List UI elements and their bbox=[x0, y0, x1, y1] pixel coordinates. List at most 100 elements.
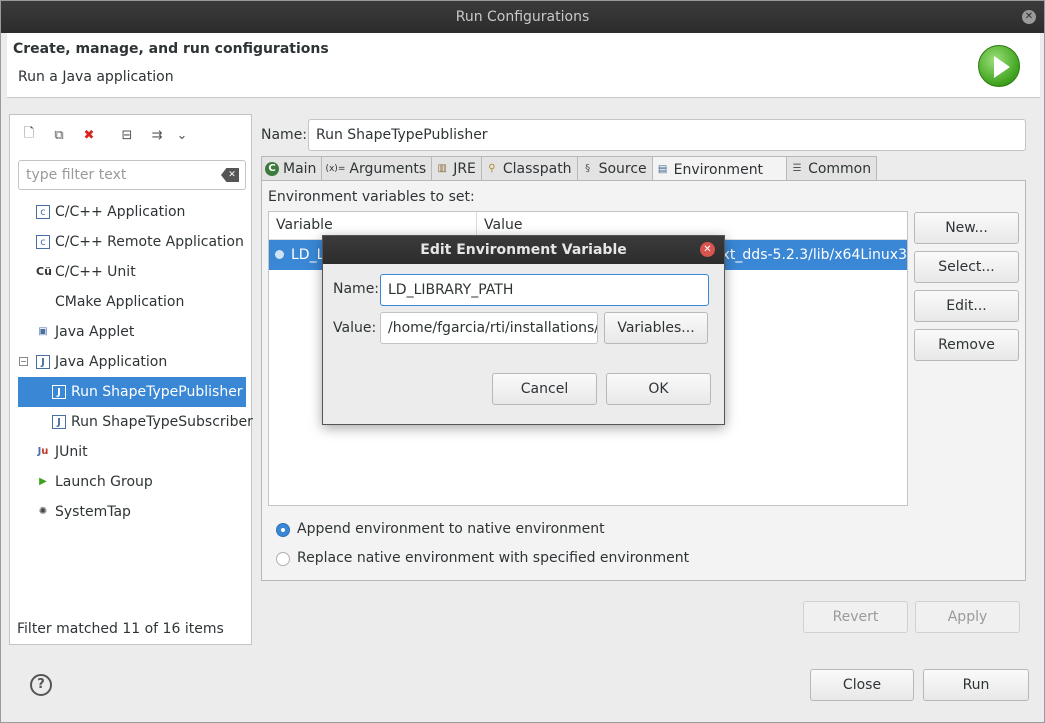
help-icon[interactable]: ? bbox=[30, 674, 52, 696]
config-tabs: C Main (x)= Arguments ▥ JRE ⚲ Classpath … bbox=[261, 156, 878, 182]
apply-button[interactable]: Apply bbox=[915, 601, 1020, 633]
tree-item-junit[interactable]: Ju JUnit bbox=[10, 437, 251, 467]
tab-classpath[interactable]: ⚲ Classpath bbox=[480, 156, 578, 181]
row-value: ext_dds-5.2.3/lib/x64Linux3 bbox=[713, 247, 907, 263]
tab-environment[interactable]: ▤ Environment bbox=[651, 156, 788, 182]
tab-label: Source bbox=[598, 161, 647, 177]
run-banner-icon bbox=[978, 45, 1020, 87]
tab-arguments[interactable]: (x)= Arguments bbox=[321, 156, 433, 181]
dialog-header: Create, manage, and run configurations R… bbox=[7, 33, 1040, 97]
radio-unselected-icon bbox=[276, 552, 290, 566]
tree-item-cpp-unit[interactable]: Cü C/C++ Unit bbox=[10, 257, 251, 287]
collapse-all-icon[interactable]: ⊟ bbox=[116, 124, 138, 146]
tree-item-cpp-application[interactable]: c C/C++ Application bbox=[10, 197, 251, 227]
tab-label: Classpath bbox=[502, 161, 572, 177]
dialog-name-input[interactable]: LD_LIBRARY_PATH bbox=[380, 274, 709, 306]
revert-button[interactable]: Revert bbox=[803, 601, 908, 633]
tree-item-label: CMake Application bbox=[55, 294, 185, 310]
junit-icon: Ju bbox=[37, 446, 49, 457]
select-button[interactable]: Select... bbox=[914, 251, 1019, 283]
filter-status: Filter matched 11 of 16 items bbox=[17, 621, 224, 637]
filter-field: ✕ bbox=[18, 160, 246, 190]
main-tab-icon: C bbox=[265, 162, 279, 176]
tree-item-label: Run ShapeTypePublisher bbox=[71, 384, 243, 400]
edit-button[interactable]: Edit... bbox=[914, 290, 1019, 322]
window-titlebar: Run Configurations ✕ bbox=[1, 1, 1044, 33]
chevron-down-icon[interactable]: ⌄ bbox=[176, 124, 188, 146]
tree-item-label: JUnit bbox=[55, 444, 88, 460]
dialog-name-label: Name: bbox=[333, 281, 380, 297]
filter-icon[interactable]: ⇉ bbox=[146, 124, 168, 146]
variables-button[interactable]: Variables... bbox=[604, 312, 708, 344]
header-title: Create, manage, and run configurations bbox=[13, 41, 329, 57]
java-config-icon: J bbox=[52, 415, 66, 429]
header-divider bbox=[7, 97, 1040, 98]
tree-item-run-shapetypepublisher[interactable]: J Run ShapeTypePublisher bbox=[18, 377, 246, 407]
c-unit-icon: Cü bbox=[36, 265, 52, 278]
tree-item-launch-group[interactable]: ▶ Launch Group bbox=[10, 467, 251, 497]
delete-icon[interactable]: ✖ bbox=[78, 124, 100, 146]
replace-radio-label: Replace native environment with specifie… bbox=[297, 550, 690, 566]
name-input[interactable]: Run ShapeTypePublisher bbox=[308, 119, 1026, 151]
remove-button[interactable]: Remove bbox=[914, 329, 1019, 361]
tree-item-label: Run ShapeTypeSubscriber bbox=[71, 414, 253, 430]
tree-item-java-applet[interactable]: ▣ Java Applet bbox=[10, 317, 251, 347]
tab-label: Environment bbox=[673, 161, 764, 178]
tab-source[interactable]: § Source bbox=[576, 156, 653, 181]
dialog-value-input[interactable]: /home/fgarcia/rti/installations/rt bbox=[380, 312, 598, 344]
jre-tab-icon: ▥ bbox=[437, 163, 447, 174]
column-header-variable[interactable]: Variable bbox=[276, 217, 333, 233]
row-variable: LD_L bbox=[291, 247, 325, 263]
java-app-icon: J bbox=[36, 355, 50, 369]
dialog-value-label: Value: bbox=[333, 320, 377, 336]
tab-common[interactable]: ☰ Common bbox=[786, 156, 878, 181]
close-button[interactable]: Close bbox=[810, 669, 914, 701]
tree-item-cpp-remote[interactable]: c C/C++ Remote Application bbox=[10, 227, 251, 257]
arguments-tab-icon: (x)= bbox=[325, 164, 346, 174]
duplicate-icon[interactable]: ⧉ bbox=[48, 124, 70, 146]
tab-label: Arguments bbox=[349, 161, 427, 177]
dialog-titlebar: Edit Environment Variable ✕ bbox=[323, 236, 724, 264]
tree-item-systemtap[interactable]: ✺ SystemTap bbox=[10, 497, 251, 527]
cancel-button[interactable]: Cancel bbox=[492, 373, 597, 405]
tree-item-label: C/C++ Application bbox=[55, 204, 186, 220]
header-subtitle: Run a Java application bbox=[18, 69, 174, 85]
tree-item-run-shapetypesubscriber[interactable]: J Run ShapeTypeSubscriber bbox=[10, 407, 253, 437]
run-button[interactable]: Run bbox=[923, 669, 1029, 701]
tree-item-label: Launch Group bbox=[55, 474, 153, 490]
tab-jre[interactable]: ▥ JRE bbox=[431, 156, 482, 181]
tab-label: Common bbox=[808, 161, 872, 177]
clear-filter-icon[interactable]: ✕ bbox=[221, 168, 239, 182]
append-radio-label: Append environment to native environment bbox=[297, 521, 605, 537]
close-icon[interactable]: ✕ bbox=[700, 242, 715, 257]
launch-group-icon: ▶ bbox=[39, 476, 47, 487]
tab-label: Main bbox=[283, 161, 317, 177]
source-tab-icon: § bbox=[585, 163, 591, 174]
window-title: Run Configurations bbox=[455, 9, 590, 25]
tab-label: JRE bbox=[453, 161, 476, 177]
radio-selected-icon bbox=[276, 523, 290, 537]
tree-item-label: Java Applet bbox=[55, 324, 135, 340]
close-icon[interactable]: ✕ bbox=[1022, 10, 1036, 24]
c-app-icon: c bbox=[36, 205, 50, 219]
tree-item-cmake[interactable]: CMake Application bbox=[10, 287, 251, 317]
new-config-icon[interactable]: 🗋 bbox=[18, 124, 40, 146]
common-tab-icon: ☰ bbox=[792, 163, 802, 174]
collapse-icon[interactable]: − bbox=[19, 357, 28, 366]
name-label: Name: bbox=[261, 127, 308, 143]
java-config-icon: J bbox=[52, 385, 66, 399]
ok-button[interactable]: OK bbox=[606, 373, 711, 405]
classpath-tab-icon: ⚲ bbox=[488, 163, 496, 174]
config-tree: c C/C++ Application c C/C++ Remote Appli… bbox=[10, 197, 253, 527]
new-button[interactable]: New... bbox=[914, 212, 1019, 244]
column-header-value[interactable]: Value bbox=[484, 217, 522, 233]
config-tree-panel: 🗋 ⧉ ✖ ⊟ ⇉ ⌄ ✕ c C/C++ Application c C/C+… bbox=[9, 114, 253, 645]
edit-env-variable-dialog: Edit Environment Variable ✕ Name: LD_LIB… bbox=[322, 235, 725, 425]
tab-main[interactable]: C Main bbox=[261, 156, 323, 181]
tree-item-java-application[interactable]: − J Java Application bbox=[10, 347, 251, 377]
dialog-title: Edit Environment Variable bbox=[420, 242, 627, 258]
environment-tab-icon: ▤ bbox=[657, 163, 668, 175]
tree-item-label: C/C++ Unit bbox=[55, 264, 136, 280]
filter-input[interactable] bbox=[19, 161, 209, 189]
tree-item-label: C/C++ Remote Application bbox=[55, 234, 244, 250]
